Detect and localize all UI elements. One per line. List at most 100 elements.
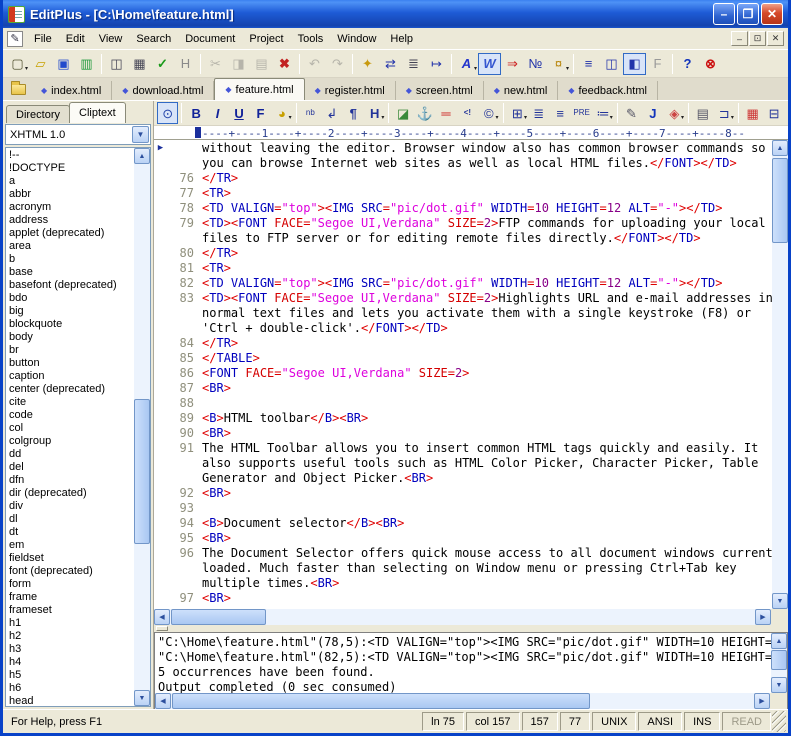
cliptext-item[interactable]: basefont (deprecated): [9, 279, 132, 292]
cliptext-item[interactable]: code: [9, 409, 132, 422]
cliptext-item[interactable]: area: [9, 240, 132, 253]
tab-screen-html[interactable]: ◆ screen.html: [396, 81, 484, 100]
cliptext-item[interactable]: col: [9, 422, 132, 435]
menu-tools[interactable]: Tools: [291, 30, 331, 48]
heading-button[interactable]: H ▾: [364, 102, 385, 124]
status-ins[interactable]: INS: [684, 712, 721, 731]
span-tag-button[interactable]: ⊐ ▾: [714, 102, 735, 124]
scroll-thumb[interactable]: [172, 693, 591, 709]
bold-button[interactable]: B: [185, 102, 206, 124]
editor-horizontal-scrollbar[interactable]: ◀ ▶: [154, 609, 771, 625]
output-vertical-scrollbar[interactable]: ▲ ▼: [771, 633, 787, 693]
cliptext-item[interactable]: div: [9, 500, 132, 513]
tab-cliptext[interactable]: Cliptext: [69, 102, 126, 123]
restore-button[interactable]: ❐: [737, 3, 759, 25]
cliptext-item[interactable]: dd: [9, 448, 132, 461]
frames-button[interactable]: ⊟: [763, 102, 784, 124]
tab-index-html[interactable]: ◆ index.html: [31, 81, 113, 100]
save-file-button[interactable]: ▣: [52, 53, 75, 75]
minimize-button[interactable]: –: [713, 3, 735, 25]
mdi-close-button[interactable]: ✕: [767, 31, 784, 46]
resize-grip[interactable]: [772, 711, 786, 732]
script-tag-button[interactable]: ✎: [621, 102, 642, 124]
menu-search[interactable]: Search: [129, 30, 178, 48]
cliptext-item[interactable]: form: [9, 578, 132, 591]
cliptext-item[interactable]: center (deprecated): [9, 383, 132, 396]
scroll-right-icon[interactable]: ▶: [755, 609, 771, 625]
align-center-button[interactable]: ≣: [528, 102, 549, 124]
context-help-button[interactable]: ?: [676, 53, 699, 75]
tab-register-html[interactable]: ◆ register.html: [305, 81, 396, 100]
menu-view[interactable]: View: [92, 30, 130, 48]
cliptext-item[interactable]: fieldset: [9, 552, 132, 565]
cliptext-item[interactable]: applet (deprecated): [9, 227, 132, 240]
menu-project[interactable]: Project: [242, 30, 290, 48]
color-picker-button[interactable]: ◕ ▾: [271, 102, 292, 124]
new-file-button[interactable]: ▢ ▾: [6, 53, 29, 75]
color-palette-button[interactable]: ▦: [742, 102, 763, 124]
scroll-left-icon[interactable]: ◀: [155, 693, 171, 709]
cliptext-item[interactable]: address: [9, 214, 132, 227]
cliptext-item[interactable]: em: [9, 539, 132, 552]
cliptext-item[interactable]: colgroup: [9, 435, 132, 448]
cliptext-item[interactable]: b: [9, 253, 132, 266]
scroll-up-icon[interactable]: ▲: [771, 633, 787, 649]
cliptext-item[interactable]: dir (deprecated): [9, 487, 132, 500]
output-splitter[interactable]: [154, 625, 788, 632]
scroll-right-icon[interactable]: ▶: [754, 693, 770, 709]
mdi-restore-button[interactable]: ⊡: [749, 31, 766, 46]
scroll-down-icon[interactable]: ▼: [134, 690, 150, 706]
cliptext-item[interactable]: abbr: [9, 188, 132, 201]
tab-new-html[interactable]: ◆ new.html: [484, 81, 559, 100]
scroll-thumb[interactable]: [772, 158, 788, 243]
tab-feedback-html[interactable]: ◆ feedback.html: [558, 81, 658, 100]
line-numbers-button[interactable]: №: [524, 53, 547, 75]
menu-document[interactable]: Document: [178, 30, 242, 48]
cliptext-item[interactable]: a: [9, 175, 132, 188]
scroll-thumb[interactable]: [171, 609, 266, 625]
cliptext-item[interactable]: h6: [9, 682, 132, 695]
mdi-minimize-button[interactable]: –: [731, 31, 748, 46]
scroll-up-icon[interactable]: ▲: [772, 140, 788, 156]
cliptext-item[interactable]: h1: [9, 617, 132, 630]
status-read[interactable]: READ: [722, 712, 771, 731]
cliptext-window-button[interactable]: ≡: [577, 53, 600, 75]
menu-window[interactable]: Window: [330, 30, 383, 48]
output-splitter-handle[interactable]: [156, 626, 168, 631]
image-button[interactable]: ◪: [392, 102, 413, 124]
scroll-thumb[interactable]: [771, 650, 787, 670]
output-horizontal-scrollbar[interactable]: ◀ ▶: [155, 693, 770, 709]
editor-text-area[interactable]: ▶ without leaving the editor. Browser win…: [154, 140, 772, 609]
cliptext-item[interactable]: base: [9, 266, 132, 279]
delete-button[interactable]: ✖: [273, 53, 296, 75]
cliptext-scrollbar[interactable]: ▲ ▼: [134, 148, 150, 706]
scroll-up-icon[interactable]: ▲: [134, 148, 150, 164]
h-document-button[interactable]: H: [174, 53, 197, 75]
tab-download-html[interactable]: ◆ download.html: [112, 81, 215, 100]
menu-edit[interactable]: Edit: [59, 30, 92, 48]
underline-button[interactable]: U: [228, 102, 249, 124]
cliptext-item[interactable]: frameset: [9, 604, 132, 617]
status-ln-75[interactable]: ln 75: [422, 712, 465, 731]
horizontal-rule-button[interactable]: ═: [435, 102, 456, 124]
scroll-down-icon[interactable]: ▼: [772, 593, 788, 609]
cliptext-item[interactable]: br: [9, 344, 132, 357]
goto-line-button[interactable]: ↦: [425, 53, 448, 75]
comment-button[interactable]: <!: [457, 102, 478, 124]
align-right-button[interactable]: ≡: [549, 102, 570, 124]
table-generator-button[interactable]: ⊞ ▾: [507, 102, 528, 124]
cliptext-item[interactable]: dt: [9, 526, 132, 539]
replace-button[interactable]: ⇄: [379, 53, 402, 75]
paragraph-button[interactable]: ¶: [343, 102, 364, 124]
find-in-files-button[interactable]: ≣: [402, 53, 425, 75]
output-text-area[interactable]: "C:\Home\feature.html"(78,5):<TD VALIGN=…: [155, 633, 771, 693]
special-character-button[interactable]: © ▾: [478, 102, 499, 124]
preformatted-button[interactable]: PRE: [571, 102, 592, 124]
cliptext-item[interactable]: !DOCTYPE: [9, 162, 132, 175]
browser-preview-button[interactable]: ⊙: [157, 102, 179, 124]
cliptext-item[interactable]: body: [9, 331, 132, 344]
spell-check-button[interactable]: ✓: [151, 53, 174, 75]
paste-html-button[interactable]: ▤: [692, 102, 713, 124]
menu-help[interactable]: Help: [383, 30, 420, 48]
font-tag-button[interactable]: F: [250, 102, 271, 124]
